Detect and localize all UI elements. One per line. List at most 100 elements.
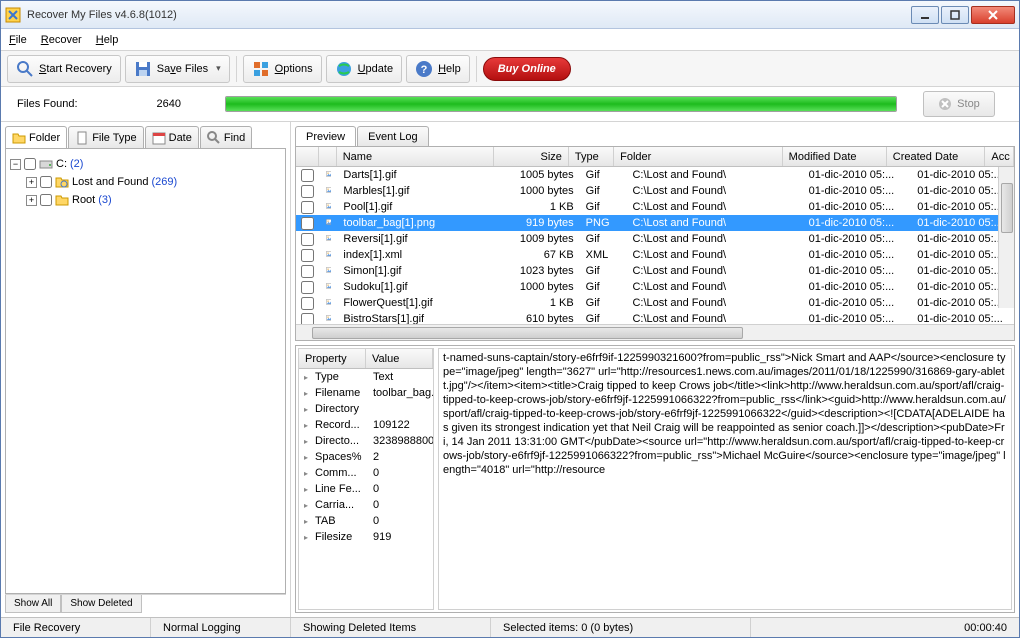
help-button[interactable]: ? Help bbox=[406, 55, 470, 83]
file-list-header: Name Size Type Folder Modified Date Crea… bbox=[296, 147, 1014, 167]
titlebar: Recover My Files v4.6.8(1012) bbox=[1, 1, 1019, 29]
tab-find[interactable]: Find bbox=[200, 126, 252, 148]
row-checkbox[interactable] bbox=[301, 217, 314, 230]
property-row[interactable]: ▸Directo...3238988800 bbox=[299, 433, 433, 449]
vertical-scrollbar[interactable] bbox=[998, 167, 1014, 308]
window-title: Recover My Files v4.6.8(1012) bbox=[27, 9, 911, 21]
folder-icon bbox=[55, 193, 69, 207]
image-file-icon bbox=[326, 184, 332, 198]
file-row[interactable]: BistroStars[1].gif610 bytesGifC:\Lost an… bbox=[296, 311, 1014, 324]
file-list[interactable]: Name Size Type Folder Modified Date Crea… bbox=[296, 147, 1014, 324]
minimize-button[interactable] bbox=[911, 6, 939, 24]
files-found-label: Files Found: bbox=[17, 98, 117, 110]
property-row[interactable]: ▸TypeText bbox=[299, 369, 433, 385]
tree-lost-and-found[interactable]: + Lost and Found (269) bbox=[10, 173, 281, 191]
props-col-property[interactable]: Property bbox=[299, 349, 366, 368]
search-icon bbox=[16, 60, 34, 78]
statusbar: File Recovery Normal Logging Showing Del… bbox=[1, 617, 1019, 637]
property-row[interactable]: ▸Filesize919 bbox=[299, 529, 433, 545]
col-size[interactable]: Size bbox=[494, 147, 569, 166]
file-row[interactable]: Simon[1].gif1023 bytesGifC:\Lost and Fou… bbox=[296, 263, 1014, 279]
file-row[interactable]: Darts[1].gif1005 bytesGifC:\Lost and Fou… bbox=[296, 167, 1014, 183]
status-selected: Selected items: 0 (0 bytes) bbox=[491, 618, 751, 637]
props-col-value[interactable]: Value bbox=[366, 349, 433, 368]
stop-button[interactable]: Stop bbox=[923, 91, 995, 117]
drive-icon bbox=[39, 157, 53, 171]
show-deleted-button[interactable]: Show Deleted bbox=[61, 595, 141, 613]
image-file-icon bbox=[326, 264, 332, 278]
property-row[interactable]: ▸Carria...0 bbox=[299, 497, 433, 513]
update-button[interactable]: Update bbox=[326, 55, 402, 83]
show-all-button[interactable]: Show All bbox=[5, 595, 61, 613]
image-file-icon bbox=[326, 168, 332, 182]
tree-checkbox[interactable] bbox=[40, 194, 52, 206]
property-row[interactable]: ▸Directory bbox=[299, 401, 433, 417]
save-files-button[interactable]: Save Files bbox=[125, 55, 230, 83]
image-file-icon bbox=[326, 296, 332, 310]
tree-checkbox[interactable] bbox=[40, 176, 52, 188]
horizontal-scrollbar[interactable] bbox=[296, 324, 1014, 340]
tree-root-c[interactable]: − C: (2) bbox=[10, 155, 281, 173]
maximize-button[interactable] bbox=[941, 6, 969, 24]
left-pane: Folder File Type Date Find − C: (2) bbox=[1, 122, 291, 617]
folder-search-icon bbox=[55, 175, 69, 189]
tree-checkbox[interactable] bbox=[24, 158, 36, 170]
col-type[interactable]: Type bbox=[569, 147, 614, 166]
start-recovery-button[interactable]: Start Recovery bbox=[7, 55, 121, 83]
app-icon bbox=[5, 7, 21, 23]
tree-root-folder[interactable]: + Root (3) bbox=[10, 191, 281, 209]
row-checkbox[interactable] bbox=[301, 313, 314, 325]
col-accessed[interactable]: Acc bbox=[985, 147, 1014, 166]
buy-online-button[interactable]: Buy Online bbox=[483, 57, 571, 81]
row-checkbox[interactable] bbox=[301, 169, 314, 182]
status-filter: Showing Deleted Items bbox=[291, 618, 491, 637]
property-row[interactable]: ▸Record...109122 bbox=[299, 417, 433, 433]
folder-tree[interactable]: − C: (2) + Lost and Found (269) + Root (… bbox=[5, 148, 286, 594]
property-row[interactable]: ▸Line Fe...0 bbox=[299, 481, 433, 497]
col-folder[interactable]: Folder bbox=[614, 147, 783, 166]
tab-preview[interactable]: Preview bbox=[295, 126, 356, 146]
help-icon: ? bbox=[415, 60, 433, 78]
tab-folder[interactable]: Folder bbox=[5, 126, 67, 148]
stop-icon bbox=[938, 97, 952, 111]
close-button[interactable] bbox=[971, 6, 1015, 24]
image-file-icon bbox=[326, 200, 332, 214]
search-icon bbox=[207, 131, 221, 145]
property-row[interactable]: ▸Comm...0 bbox=[299, 465, 433, 481]
tab-eventlog[interactable]: Event Log bbox=[357, 126, 429, 146]
row-checkbox[interactable] bbox=[301, 185, 314, 198]
tab-filetype[interactable]: File Type bbox=[68, 126, 143, 148]
row-checkbox[interactable] bbox=[301, 233, 314, 246]
col-name[interactable]: Name bbox=[337, 147, 495, 166]
property-row[interactable]: ▸TAB0 bbox=[299, 513, 433, 529]
file-row[interactable]: Marbles[1].gif1000 bytesGifC:\Lost and F… bbox=[296, 183, 1014, 199]
file-row[interactable]: Pool[1].gif1 KBGifC:\Lost and Found\01-d… bbox=[296, 199, 1014, 215]
file-row[interactable]: FlowerQuest[1].gif1 KBGifC:\Lost and Fou… bbox=[296, 295, 1014, 311]
calendar-icon bbox=[152, 131, 166, 145]
options-button[interactable]: Options bbox=[243, 55, 322, 83]
row-checkbox[interactable] bbox=[301, 249, 314, 262]
menu-help[interactable]: Help bbox=[96, 34, 119, 46]
col-modified[interactable]: Modified Date bbox=[783, 147, 887, 166]
file-row[interactable]: Sudoku[1].gif1000 bytesGifC:\Lost and Fo… bbox=[296, 279, 1014, 295]
col-created[interactable]: Created Date bbox=[887, 147, 986, 166]
folder-icon bbox=[12, 131, 26, 145]
right-pane: Preview Event Log Name Size Type Folder … bbox=[291, 122, 1019, 617]
file-row[interactable]: toolbar_bag[1].png919 bytesPNGC:\Lost an… bbox=[296, 215, 1014, 231]
options-icon bbox=[252, 60, 270, 78]
image-file-icon bbox=[326, 280, 332, 294]
file-row[interactable]: index[1].xml67 KBXMLC:\Lost and Found\01… bbox=[296, 247, 1014, 263]
property-row[interactable]: ▸Filenametoolbar_bag... bbox=[299, 385, 433, 401]
row-checkbox[interactable] bbox=[301, 297, 314, 310]
file-row[interactable]: Reversi[1].gif1009 bytesGifC:\Lost and F… bbox=[296, 231, 1014, 247]
image-file-icon bbox=[326, 312, 332, 324]
menu-file[interactable]: File bbox=[9, 34, 27, 46]
files-found-count: 2640 bbox=[131, 98, 181, 110]
row-checkbox[interactable] bbox=[301, 201, 314, 214]
row-checkbox[interactable] bbox=[301, 265, 314, 278]
row-checkbox[interactable] bbox=[301, 281, 314, 294]
preview-text: t-named-suns-captain/story-e6frf9if-1225… bbox=[438, 348, 1012, 610]
property-row[interactable]: ▸Spaces%2 bbox=[299, 449, 433, 465]
menu-recover[interactable]: Recover bbox=[41, 34, 82, 46]
tab-date[interactable]: Date bbox=[145, 126, 199, 148]
